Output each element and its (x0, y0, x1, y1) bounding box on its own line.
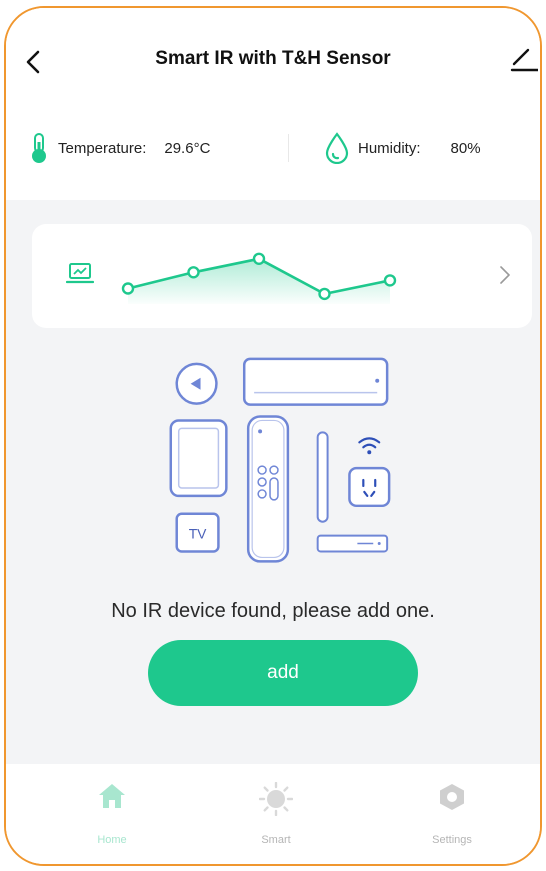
air-conditioner-icon (242, 357, 389, 406)
wifi-icon (358, 437, 381, 455)
humidity-value: 80% (450, 139, 481, 157)
smart-plug-icon (348, 466, 391, 508)
round-device-icon (175, 362, 218, 405)
header: Smart IR with T&H Sensor Temperature: 29… (6, 8, 540, 164)
temperature-label: Temperature: (58, 139, 147, 157)
main-content: TV No IR device found, please add one. a… (6, 200, 540, 764)
sensor-divider (288, 134, 289, 162)
temperature-value: 29.6°C (164, 139, 211, 157)
sun-icon (259, 782, 293, 816)
thermometer-icon (32, 133, 46, 163)
trend-point-1 (187, 266, 200, 279)
home-icon (99, 784, 125, 808)
tab-home[interactable]: Home (52, 782, 172, 854)
water-drop-icon (325, 132, 349, 164)
trend-area (128, 258, 390, 304)
chevron-right-icon (500, 266, 510, 284)
history-chart-card[interactable] (32, 224, 532, 328)
set-top-box-icon (316, 534, 389, 553)
tv-label: TV (189, 526, 207, 542)
edit-button[interactable] (508, 46, 540, 74)
temperature-reading: Temperature: 29.6°C (28, 128, 210, 168)
nav-bar: Smart IR with T&H Sensor (6, 44, 540, 76)
trend-point-3 (318, 287, 331, 301)
stick-device-icon (316, 431, 329, 523)
page-title: Smart IR with T&H Sensor (155, 48, 391, 69)
humidity-reading: Humidity: 80% (324, 128, 481, 168)
tab-home-label: Home (97, 834, 127, 846)
tab-smart-label: Smart (261, 834, 291, 846)
trend-point-4 (383, 274, 397, 287)
trend-point-2 (252, 252, 266, 265)
bottom-tab-bar: Home Smart Settings (6, 764, 540, 864)
phone-frame: Smart IR with T&H Sensor Temperature: 29… (4, 6, 542, 866)
sensor-row: Temperature: 29.6°C Humidity: 80% (6, 128, 540, 168)
tab-smart[interactable]: Smart (216, 782, 336, 854)
empty-state-message: No IR device found, please add one. (111, 600, 435, 622)
tab-settings-label: Settings (432, 834, 472, 846)
add-device-button[interactable]: add (148, 640, 418, 706)
humidity-label: Humidity: (358, 139, 421, 157)
remote-control-icon (246, 415, 290, 563)
trend-point-0 (121, 282, 135, 295)
tv-device-icon: TV (175, 512, 220, 553)
tab-settings[interactable]: Settings (392, 782, 512, 854)
pencil-icon (510, 48, 540, 72)
tablet-icon (169, 419, 228, 498)
trend-sparkline (121, 252, 397, 304)
hexagon-icon (440, 784, 464, 810)
